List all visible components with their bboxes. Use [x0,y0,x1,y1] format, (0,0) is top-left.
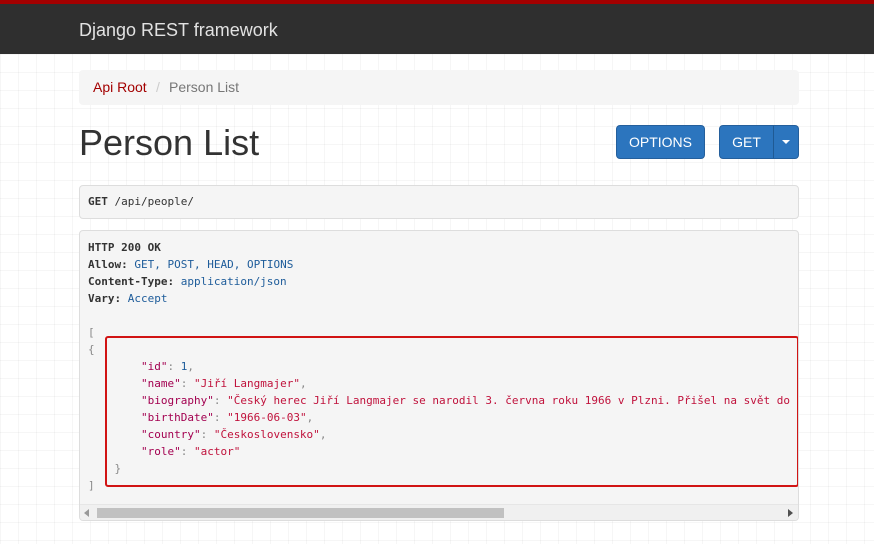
header-value: application/json [174,275,287,288]
response-info: HTTP 200 OK Allow: GET, POST, HEAD, OPTI… [79,230,799,521]
header-value: Accept [121,292,168,305]
page-title: Person List [79,122,260,163]
json-line: { [88,341,95,358]
request-path: /api/people/ [107,195,194,208]
response-header-line: Allow: GET, POST, HEAD, OPTIONS [88,256,293,273]
highlight-box [105,336,798,487]
scroll-right-arrow-icon[interactable] [788,509,793,517]
horizontal-scrollbar[interactable] [80,504,798,520]
breadcrumb-separator: / [156,79,160,95]
navbar-brand[interactable]: Django REST framework [79,20,278,41]
breadcrumb-current: Person List [169,79,240,95]
response-status-line: HTTP 200 OK [88,239,161,256]
header-value: GET, POST, HEAD, OPTIONS [127,258,294,271]
response-header-line: Content-Type: application/json [88,273,287,290]
json-array-close: ] [88,479,95,492]
caret-down-icon [782,140,790,144]
response-status: HTTP 200 OK [88,241,161,254]
json-line: ] [88,477,95,494]
scroll-left-arrow-icon[interactable] [84,509,89,517]
header-key: Allow: [88,258,128,271]
get-format-dropdown-button[interactable] [773,125,799,159]
response-header-line: Vary: Accept [88,290,167,307]
json-array-open: [ [88,326,95,339]
options-button[interactable]: OPTIONS [616,125,705,159]
breadcrumb: Api Root / Person List [79,70,799,105]
header-key: Content-Type: [88,275,175,288]
navbar: Django REST framework [0,0,874,54]
header-key: Vary: [88,292,122,305]
json-line: [ [88,324,95,341]
scrollbar-thumb[interactable] [97,508,504,518]
breadcrumb-link-api-root[interactable]: Api Root [93,70,147,105]
get-button[interactable]: GET [719,125,774,159]
request-info: GET /api/people/ [79,185,799,219]
json-object-open: { [88,343,95,356]
request-method: GET [88,195,108,208]
